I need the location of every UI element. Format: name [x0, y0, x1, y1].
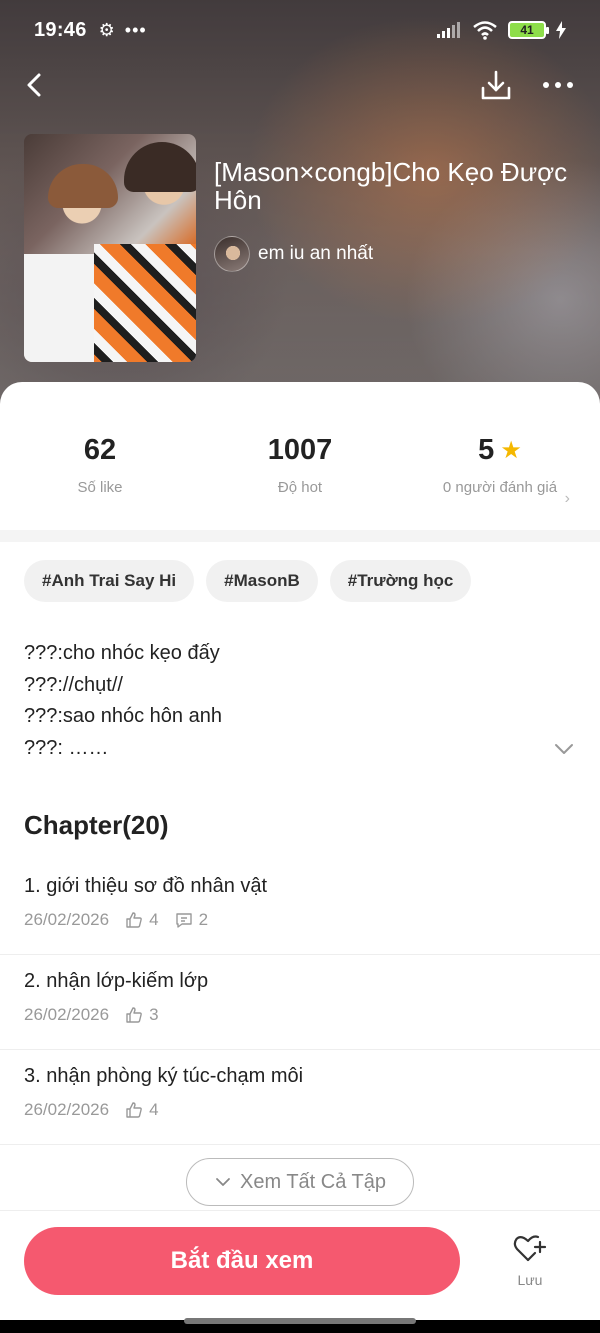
thumb-up-icon: [126, 1007, 142, 1023]
chapter-date: 26/02/2026: [24, 910, 110, 929]
chapter-title: 3. nhận phòng ký túc-chạm môi: [24, 1065, 304, 1087]
see-all-chapters-button[interactable]: Xem Tất Cả Tập: [186, 1158, 414, 1206]
chapters-heading: Chapter(20): [24, 810, 169, 840]
chapter-comments: 2: [198, 910, 209, 929]
battery-indicator: 41: [508, 21, 549, 39]
rating-value: 5: [478, 434, 495, 466]
more-options-button[interactable]: [538, 66, 578, 104]
wifi-icon: [473, 21, 497, 40]
chapter-date: 26/02/2026: [24, 1005, 110, 1024]
chapter-item[interactable]: 1. giới thiệu sơ đồ nhân vật 26/02/2026 …: [0, 860, 600, 955]
top-navigation: [0, 62, 600, 108]
chapter-meta: 26/02/2026 4 2: [24, 910, 576, 930]
save-label: Lưu: [517, 1272, 543, 1288]
author-link[interactable]: em iu an nhất: [214, 236, 373, 272]
bottom-action-bar: Bắt đầu xem Lưu: [0, 1210, 600, 1333]
chapter-list: 1. giới thiệu sơ đồ nhân vật 26/02/2026 …: [0, 860, 600, 1145]
author-name: em iu an nhất: [258, 243, 374, 264]
gear-icon: ⚙: [98, 19, 115, 40]
story-title: [Mason×congb]Cho Kẹo Được Hôn: [214, 157, 568, 215]
star-icon: ★: [500, 437, 522, 464]
expand-description-button[interactable]: [552, 737, 576, 761]
author-avatar: [214, 236, 250, 272]
chevron-right-icon: ›: [564, 490, 570, 507]
chapter-item[interactable]: 3. nhận phòng ký túc-chạm môi 26/02/2026…: [0, 1050, 600, 1145]
start-reading-button[interactable]: Bắt đầu xem: [24, 1227, 460, 1295]
chapter-title: 1. giới thiệu sơ đồ nhân vật: [24, 875, 268, 897]
chapter-item[interactable]: 2. nhận lớp-kiếm lớp 26/02/2026 3: [0, 955, 600, 1050]
more-icon: [543, 82, 573, 88]
likes-label: Số like: [77, 479, 123, 496]
comment-icon: [175, 913, 192, 928]
heart-plus-icon: [513, 1235, 547, 1262]
hot-count: 1007: [267, 434, 333, 466]
rating-count-label: 0 người đánh giá: [442, 479, 558, 496]
charging-bolt-icon: [556, 21, 566, 39]
status-time: 19:46: [34, 18, 87, 41]
chapter-meta: 26/02/2026 4: [24, 1100, 576, 1120]
chapter-likes: 4: [149, 910, 159, 929]
tag-chip[interactable]: #Trường học: [329, 560, 472, 602]
thumb-up-icon: [126, 1102, 142, 1118]
download-button[interactable]: [478, 66, 514, 104]
section-divider: [0, 530, 600, 542]
status-bar: 19:46 ⚙ ••• 41: [0, 0, 600, 60]
story-detail-sheet: 62 Số like 1007 Độ hot 5 ★ 0 người đánh …: [0, 382, 600, 1333]
story-cover-image[interactable]: [24, 134, 196, 362]
tag-chip[interactable]: #Anh Trai Say Hi: [24, 560, 195, 602]
hot-label: Độ hot: [277, 479, 323, 496]
chevron-down-icon: [216, 1178, 230, 1186]
download-icon: [481, 70, 511, 100]
stats-row: 62 Số like 1007 Độ hot 5 ★ 0 người đánh …: [0, 434, 600, 524]
description-line: ???://chụt//: [24, 673, 123, 696]
chapter-likes: 3: [149, 1005, 159, 1024]
battery-level: 41: [520, 23, 534, 37]
tag-list: #Anh Trai Say Hi #MasonB #Trường học: [24, 560, 472, 602]
description-line: ???:sao nhóc hôn anh: [24, 705, 222, 727]
more-dots-icon: •••: [124, 19, 147, 40]
back-button[interactable]: [20, 66, 50, 104]
chapter-meta: 26/02/2026 3: [24, 1005, 576, 1025]
chapter-likes: 4: [149, 1100, 159, 1119]
description-line: ???:cho nhóc kẹo đấy: [24, 642, 220, 664]
back-icon: [27, 73, 41, 97]
description-line: ???: ……: [24, 736, 109, 759]
home-indicator[interactable]: [184, 1318, 416, 1324]
signal-icon: [437, 22, 460, 38]
save-button[interactable]: Lưu: [504, 1233, 556, 1288]
likes-count: 62: [83, 434, 117, 466]
thumb-up-icon: [126, 912, 142, 928]
stat-likes: 62 Số like: [0, 434, 200, 497]
chapter-title: 2. nhận lớp-kiếm lớp: [24, 970, 209, 992]
tag-chip[interactable]: #MasonB: [206, 560, 318, 602]
stat-hot: 1007 Độ hot: [200, 434, 400, 497]
see-all-label: Xem Tất Cả Tập: [240, 1170, 386, 1193]
stat-rating[interactable]: 5 ★ 0 người đánh giá ›: [400, 434, 600, 507]
story-description: ???:cho nhóc kẹo đấy ???://chụt// ???:sa…: [24, 638, 544, 764]
chapter-date: 26/02/2026: [24, 1100, 110, 1119]
chevron-down-icon: [555, 744, 573, 754]
